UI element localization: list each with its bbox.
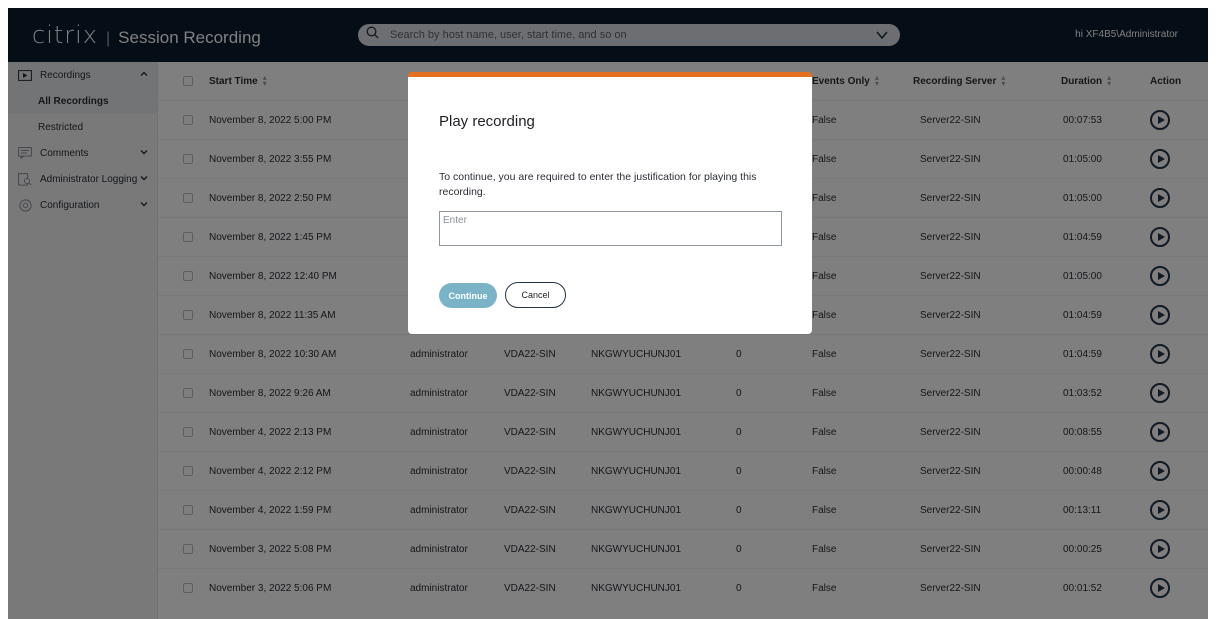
play-recording-dialog: Play recording To continue, you are requ… [408,72,812,334]
dialog-message: To continue, you are required to enter t… [439,171,757,198]
justification-input[interactable] [439,211,782,246]
app-window: citrix | Session Recording hi XF4B5\Admi… [8,8,1208,619]
cancel-button[interactable]: Cancel [505,282,566,308]
continue-button[interactable]: Continue [439,283,497,308]
dialog-title: Play recording [439,113,535,130]
